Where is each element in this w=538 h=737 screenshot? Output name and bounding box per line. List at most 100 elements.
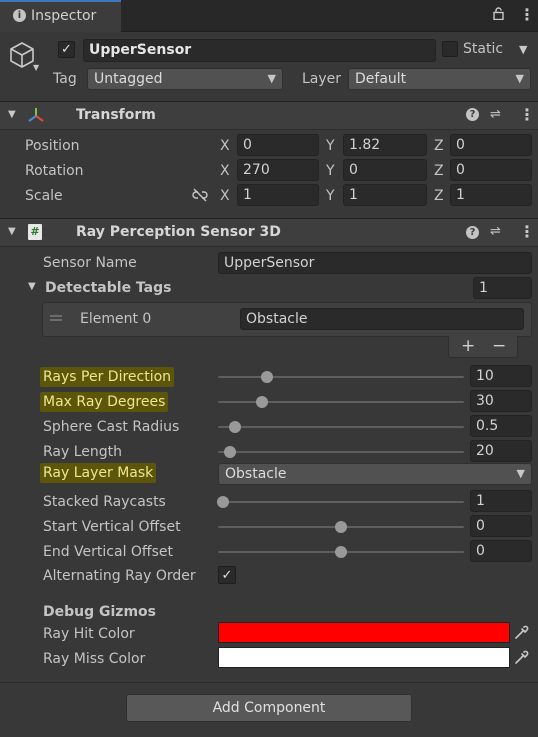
max-ray-degrees-label: Max Ray Degrees (40, 392, 169, 412)
kebab-menu-icon[interactable]: ⋮ (519, 107, 535, 123)
tag-value: Untagged (94, 71, 163, 87)
ray-miss-color-swatch[interactable] (218, 647, 510, 668)
axis-z-label[interactable]: Z (434, 189, 444, 203)
max-ray-degrees-field[interactable]: 30 (470, 390, 532, 412)
tag-dropdown[interactable]: Untagged ▼ (87, 68, 283, 90)
rays-per-direction-slider-knob[interactable] (261, 371, 274, 383)
detectable-tags-label[interactable]: Detectable Tags (45, 281, 171, 295)
start-vertical-offset-slider-knob[interactable] (335, 521, 347, 533)
transform-title: Transform (76, 107, 156, 123)
rays-per-direction-label: Rays Per Direction (40, 367, 175, 387)
transform-scale-label[interactable]: Scale (25, 189, 63, 203)
ray-length-slider-track[interactable] (218, 451, 464, 453)
ray-layer-mask-value: Obstacle (225, 466, 287, 482)
ray-layer-mask-text: Ray Layer Mask (40, 463, 157, 483)
tab-title: Inspector (31, 8, 97, 24)
sphere-cast-radius-slider-track[interactable] (218, 426, 464, 428)
stacked-raycasts-field[interactable]: 1 (470, 490, 532, 512)
add-component-button[interactable]: Add Component (126, 694, 412, 722)
sphere-cast-radius-slider-knob[interactable] (229, 421, 242, 433)
axis-x-label[interactable]: X (220, 139, 230, 153)
transform-scale-x-field[interactable]: 1 (237, 184, 319, 206)
foldout-arrow-icon[interactable]: ▼ (8, 110, 16, 120)
ray-sensor-title: Ray Perception Sensor 3D (76, 224, 281, 240)
ray-layer-mask-label: Ray Layer Mask (40, 463, 157, 483)
transform-scale-y-field[interactable]: 1 (343, 184, 427, 206)
tags-count-field[interactable]: 1 (473, 277, 532, 299)
transform-scale-z-field[interactable]: 1 (450, 184, 532, 206)
rays-per-direction-text: Rays Per Direction (40, 367, 175, 387)
sphere-cast-radius-text: Sphere Cast Radius (43, 419, 180, 435)
foldout-arrow-icon[interactable]: ▼ (8, 227, 16, 237)
debug-gizmos-label: Debug Gizmos (43, 604, 156, 620)
sphere-cast-radius-field[interactable]: 0.5 (470, 415, 532, 437)
help-icon[interactable]: ? (466, 226, 479, 239)
end-vertical-offset-slider-knob[interactable] (335, 546, 347, 558)
layer-dropdown[interactable]: Default ▼ (348, 68, 531, 90)
drag-handle-icon[interactable] (49, 312, 63, 326)
chevron-down-icon: ▼ (515, 72, 524, 85)
alternating-ray-order-label: Alternating Ray Order (43, 568, 196, 584)
ray-layer-mask-dropdown[interactable]: Obstacle ▼ (218, 463, 532, 485)
element-0-field[interactable]: Obstacle (240, 308, 524, 330)
eyedropper-icon[interactable] (514, 625, 529, 643)
help-icon[interactable]: ? (466, 108, 479, 121)
sphere-cast-radius-label: Sphere Cast Radius (43, 420, 179, 434)
component-divider (0, 682, 538, 683)
static-dropdown-icon[interactable]: ▼ (519, 44, 527, 55)
transform-rotation-x-field[interactable]: 270 (237, 159, 319, 181)
transform-position-label[interactable]: Position (25, 139, 80, 153)
static-label: Static (463, 41, 504, 57)
preset-icon[interactable]: ⇌ (490, 225, 501, 238)
rays-per-direction-field[interactable]: 10 (470, 365, 532, 387)
eyedropper-icon[interactable] (514, 650, 529, 668)
kebab-menu-icon[interactable]: ⋮ (519, 224, 535, 240)
object-name-field[interactable]: UpperSensor (83, 39, 436, 62)
start-vertical-offset-field[interactable]: 0 (470, 515, 532, 537)
transform-rotation-y-field[interactable]: 0 (343, 159, 427, 181)
axis-z-label[interactable]: Z (434, 164, 444, 178)
layer-label: Layer (302, 71, 342, 87)
constrain-proportions-icon[interactable] (192, 188, 208, 205)
ray-hit-color-label: Ray Hit Color (43, 626, 135, 642)
layer-value: Default (355, 71, 407, 87)
start-vertical-offset-label: Start Vertical Offset (43, 520, 181, 534)
ray-length-field[interactable]: 20 (470, 440, 532, 462)
max-ray-degrees-slider-knob[interactable] (256, 396, 269, 408)
transform-rotation-z-field[interactable]: 0 (450, 159, 532, 181)
sensor-name-label: Sensor Name (43, 255, 137, 271)
ray-hit-color-swatch[interactable] (218, 622, 510, 643)
active-checkbox[interactable]: ✓ (58, 41, 75, 58)
axis-y-label[interactable]: Y (326, 189, 335, 203)
alternating-ray-order-checkbox[interactable]: ✓ (218, 566, 236, 584)
kebab-menu-icon[interactable]: ⋮ (519, 7, 535, 23)
static-checkbox[interactable] (442, 41, 458, 57)
foldout-arrow-icon[interactable]: ▼ (28, 282, 36, 292)
transform-position-x-field[interactable]: 0 (237, 134, 319, 156)
transform-position-z-field[interactable]: 0 (450, 134, 532, 156)
axis-x-label[interactable]: X (220, 189, 230, 203)
preset-icon[interactable]: ⇌ (490, 108, 501, 121)
axis-x-label[interactable]: X (220, 164, 230, 178)
chevron-down-icon: ▼ (516, 467, 525, 480)
rays-per-direction-slider-track[interactable] (218, 376, 464, 378)
sensor-name-field[interactable]: UpperSensor (218, 252, 532, 274)
icon-dropdown-arrow[interactable]: ▼ (33, 64, 39, 72)
element-0-label: Element 0 (80, 311, 152, 327)
stacked-raycasts-slider-track[interactable] (218, 501, 464, 503)
ray-length-slider-knob[interactable] (224, 446, 237, 458)
add-element-button[interactable]: + (461, 338, 475, 355)
end-vertical-offset-field[interactable]: 0 (470, 540, 532, 562)
axis-y-label[interactable]: Y (326, 139, 335, 153)
transform-rotation-label[interactable]: Rotation (25, 164, 84, 178)
lock-icon[interactable] (493, 7, 504, 21)
stacked-raycasts-slider-knob[interactable] (216, 496, 229, 508)
transform-position-y-field[interactable]: 1.82 (343, 134, 427, 156)
end-vertical-offset-label: End Vertical Offset (43, 545, 173, 559)
ray-miss-color-label: Ray Miss Color (43, 651, 146, 667)
remove-element-button[interactable]: − (492, 338, 506, 355)
stacked-raycasts-label: Stacked Raycasts (43, 495, 166, 509)
max-ray-degrees-slider-track[interactable] (218, 401, 464, 403)
axis-z-label[interactable]: Z (434, 139, 444, 153)
axis-y-label[interactable]: Y (326, 164, 335, 178)
